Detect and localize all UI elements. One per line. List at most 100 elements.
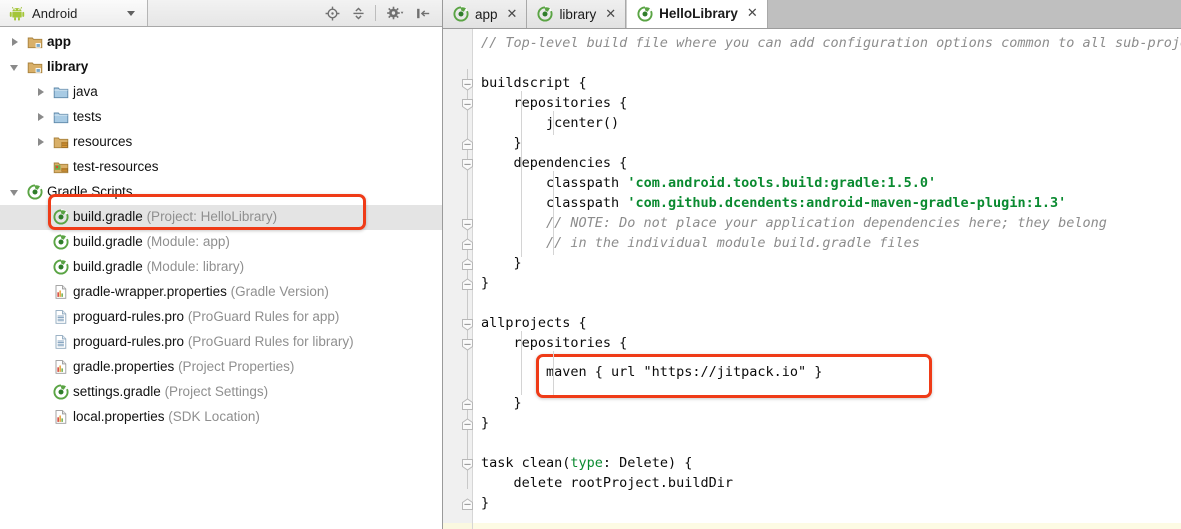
code-line: jcenter() xyxy=(481,113,619,133)
code-text: } xyxy=(481,415,490,431)
code-text: delete rootProject.buildDir xyxy=(481,475,733,491)
code-line: } xyxy=(481,393,522,413)
settings-gear-icon[interactable] xyxy=(380,0,410,26)
tree-twisty-none xyxy=(36,337,47,348)
code-fold-marker[interactable] xyxy=(461,258,474,271)
code-fold-marker[interactable] xyxy=(461,418,474,431)
code-text: classpath xyxy=(481,175,628,191)
code-line: } xyxy=(481,273,489,293)
tree-row-label: resources xyxy=(73,134,133,149)
tree-row-label: Gradle Scripts xyxy=(47,184,133,199)
code-line: } xyxy=(481,413,489,433)
tree-row-selected[interactable]: build.gradle (Project: HelloLibrary) xyxy=(0,205,442,230)
gradle-icon xyxy=(53,209,69,225)
text-file-icon xyxy=(53,334,69,350)
code-text: } xyxy=(481,395,522,411)
close-icon[interactable]: ✕ xyxy=(507,8,518,21)
tree-row[interactable]: proguard-rules.pro (ProGuard Rules for l… xyxy=(0,330,442,355)
tree-row-suffix: (ProGuard Rules for app) xyxy=(184,309,340,324)
editor-tab-app[interactable]: app ✕ xyxy=(443,0,528,28)
tree-twisty-closed[interactable] xyxy=(36,112,47,123)
code-line: classpath 'com.github.dcendents:android-… xyxy=(481,193,1066,213)
tree-row-suffix: (Gradle Version) xyxy=(226,284,329,299)
tree-row[interactable]: app xyxy=(0,30,442,55)
source-code[interactable]: // Top-level build file where you can ad… xyxy=(473,29,1181,529)
tree-row-label: build.gradle (Project: HelloLibrary) xyxy=(73,209,278,224)
code-fold-marker[interactable] xyxy=(461,158,474,171)
hide-panel-icon[interactable] xyxy=(410,0,436,26)
tree-row[interactable]: local.properties (SDK Location) xyxy=(0,405,442,430)
code-fold-marker[interactable] xyxy=(461,78,474,91)
project-scope-label: Android xyxy=(32,5,78,21)
tree-twisty-open[interactable] xyxy=(10,187,21,198)
editor-tab-label: app xyxy=(475,6,498,22)
tree-row[interactable]: settings.gradle (Project Settings) xyxy=(0,380,442,405)
tree-twisty-closed[interactable] xyxy=(36,137,47,148)
tree-row[interactable]: java xyxy=(0,80,442,105)
tree-twisty-open[interactable] xyxy=(10,62,21,73)
tree-row[interactable]: gradle.properties (Project Properties) xyxy=(0,355,442,380)
project-tree[interactable]: app library java tests resources test-resourc… xyxy=(0,27,442,529)
tree-row[interactable]: build.gradle (Module: app) xyxy=(0,230,442,255)
tree-row[interactable]: library xyxy=(0,55,442,80)
code-comment: // Top-level build file where you can ad… xyxy=(481,35,1181,51)
project-scope-selector[interactable]: Android xyxy=(0,0,148,26)
chevron-down-icon[interactable] xyxy=(127,10,135,16)
code-fold-marker[interactable] xyxy=(461,458,474,471)
gradle-icon xyxy=(53,259,69,275)
module-folder-icon xyxy=(27,34,43,50)
tree-row[interactable]: test-resources xyxy=(0,155,442,180)
code-fold-marker[interactable] xyxy=(461,138,474,151)
tree-row[interactable]: resources xyxy=(0,130,442,155)
code-text: classpath xyxy=(481,195,628,211)
code-fold-marker[interactable] xyxy=(461,338,474,351)
code-line: allprojects { xyxy=(481,313,587,333)
tree-row[interactable]: build.gradle (Module: library) xyxy=(0,255,442,280)
close-icon[interactable]: ✕ xyxy=(747,7,758,20)
code-fold-marker[interactable] xyxy=(461,218,474,231)
tree-twisty-none xyxy=(36,387,47,398)
scroll-from-source-icon[interactable] xyxy=(319,0,345,26)
tree-row[interactable]: Gradle Scripts xyxy=(0,180,442,205)
code-text: } xyxy=(481,135,522,151)
caret-line-gutter-band xyxy=(443,523,472,529)
tree-twisty-closed[interactable] xyxy=(10,37,21,48)
editor-tab-label: HelloLibrary xyxy=(659,6,738,21)
editor-area: app ✕ library ✕ HelloLibrary ✕ // Top-level b… xyxy=(443,0,1181,529)
close-icon[interactable]: ✕ xyxy=(605,8,616,21)
code-fold-marker[interactable] xyxy=(461,278,474,291)
code-line: // in the individual module build.gradle… xyxy=(481,233,920,253)
tree-row-label: java xyxy=(73,84,98,99)
tree-row-label: app xyxy=(47,34,72,49)
android-studio-window: Android app library java tests resources… xyxy=(0,0,1181,529)
code-line: task clean(type: Delete) { xyxy=(481,453,692,473)
tree-twisty-closed[interactable] xyxy=(36,87,47,98)
editor-tab-hellolibrary[interactable]: HelloLibrary ✕ xyxy=(626,0,768,28)
editor-tab-library[interactable]: library ✕ xyxy=(527,0,627,28)
tree-row[interactable]: proguard-rules.pro (ProGuard Rules for a… xyxy=(0,305,442,330)
editor-tab-label: library xyxy=(559,6,597,22)
collapse-all-icon[interactable] xyxy=(345,0,371,26)
code-text: repositories { xyxy=(481,95,628,111)
code-string: 'com.github.dcendents:android-maven-grad… xyxy=(627,195,1067,211)
code-fold-marker[interactable] xyxy=(461,498,474,511)
code-comment: // in the individual module build.gradle… xyxy=(481,235,920,251)
tree-row-suffix: (Project Settings) xyxy=(160,384,269,399)
gradle-icon xyxy=(453,6,469,22)
code-fold-marker[interactable] xyxy=(461,318,474,331)
code-fold-marker[interactable] xyxy=(461,398,474,411)
tree-row[interactable]: tests xyxy=(0,105,442,130)
code-line: // NOTE: Do not place your application d… xyxy=(481,213,1107,233)
tree-row-label: library xyxy=(47,59,89,74)
code-text: : Delete) { xyxy=(602,455,693,471)
code-text: task clean( xyxy=(481,455,571,471)
tree-row-label: proguard-rules.pro (ProGuard Rules for l… xyxy=(73,334,354,349)
code-line: } xyxy=(481,253,522,273)
editor-viewport[interactable]: // Top-level build file where you can ad… xyxy=(443,29,1181,529)
tree-row[interactable]: gradle-wrapper.properties (Gradle Versio… xyxy=(0,280,442,305)
tree-row-label: gradle-wrapper.properties (Gradle Versio… xyxy=(73,284,329,299)
properties-icon xyxy=(53,359,69,375)
code-fold-marker[interactable] xyxy=(461,98,474,111)
properties-icon xyxy=(53,409,69,425)
code-fold-marker[interactable] xyxy=(461,238,474,251)
